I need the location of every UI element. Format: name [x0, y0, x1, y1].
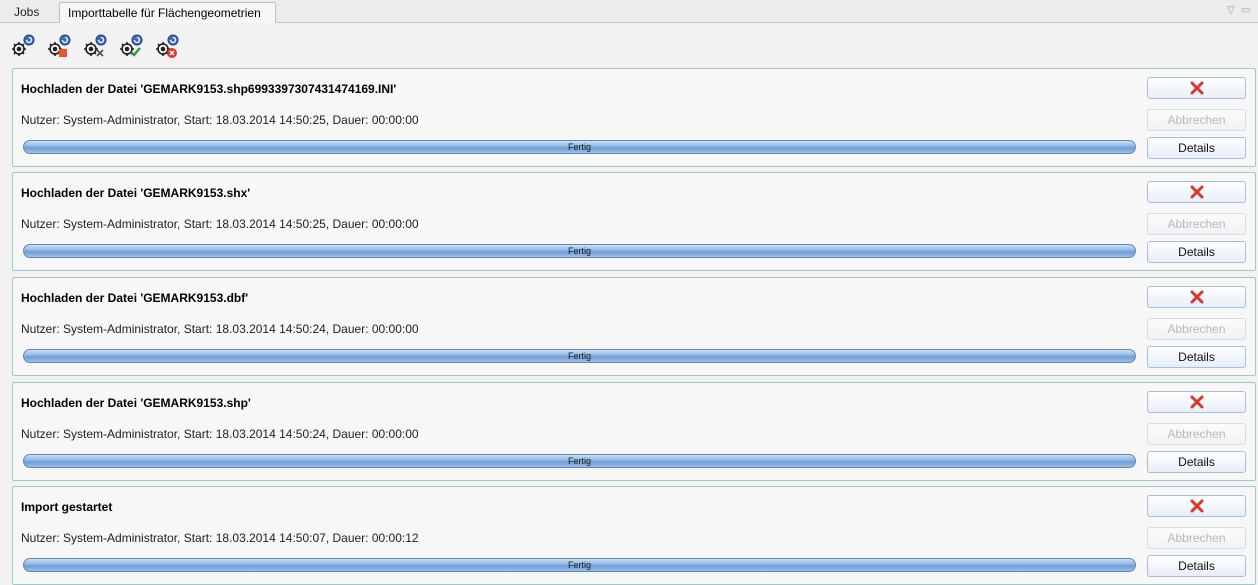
close-icon [1190, 185, 1203, 199]
remove-job-button[interactable] [1147, 181, 1246, 203]
tab-import-table[interactable]: Importtabelle für Flächengeometrien [59, 2, 276, 23]
cancel-button[interactable]: Abbrechen [1147, 527, 1246, 549]
job-panel: Import gestartet Nutzer: System-Administ… [12, 486, 1256, 585]
job-info: Nutzer: System-Administrator, Start: 18.… [21, 427, 419, 441]
remove-job-button[interactable] [1147, 495, 1246, 517]
details-button[interactable]: Details [1147, 555, 1246, 577]
cancel-button[interactable]: Abbrechen [1147, 423, 1246, 445]
job-progress-bar: Fertig [23, 349, 1136, 363]
details-button[interactable]: Details [1147, 137, 1246, 159]
remove-job-button[interactable] [1147, 77, 1246, 99]
job-info: Nutzer: System-Administrator, Start: 18.… [21, 217, 419, 231]
job-panel: Hochladen der Datei 'GEMARK9153.shp' Nut… [12, 382, 1256, 481]
job-panel: Hochladen der Datei 'GEMARK9153.shx' Nut… [12, 172, 1256, 271]
job-info: Nutzer: System-Administrator, Start: 18.… [21, 113, 419, 127]
job-panel: Hochladen der Datei 'GEMARK9153.shp69933… [12, 68, 1256, 167]
cancel-button[interactable]: Abbrechen [1147, 213, 1246, 235]
close-icon [1190, 290, 1203, 304]
jobs-delete-icon[interactable] [154, 33, 180, 59]
cancel-button[interactable]: Abbrechen [1147, 318, 1246, 340]
remove-job-button[interactable] [1147, 286, 1246, 308]
job-info: Nutzer: System-Administrator, Start: 18.… [21, 322, 419, 336]
job-progress-bar: Fertig [23, 558, 1136, 572]
job-progress-bar: Fertig [23, 140, 1136, 154]
jobs-error-icon[interactable] [46, 33, 72, 59]
maximize-icon[interactable]: ▭ [1241, 5, 1250, 16]
job-progress-bar: Fertig [23, 244, 1136, 258]
tab-jobs[interactable]: Jobs [6, 2, 54, 23]
job-title: Hochladen der Datei 'GEMARK9153.shp' [21, 396, 251, 410]
close-icon [1190, 395, 1203, 409]
job-progress-bar: Fertig [23, 454, 1136, 468]
job-title: Import gestartet [21, 500, 113, 514]
job-title: Hochladen der Datei 'GEMARK9153.shx' [21, 186, 251, 200]
tab-bar: Jobs Importtabelle für Flächengeometrien… [0, 0, 1258, 23]
jobs-cancelled-icon[interactable] [82, 33, 108, 59]
job-status-label: Fertig [567, 142, 591, 152]
job-title: Hochladen der Datei 'GEMARK9153.dbf' [21, 291, 249, 305]
job-status-label: Fertig [567, 246, 591, 256]
job-status-label: Fertig [567, 456, 591, 466]
close-icon [1190, 499, 1203, 513]
minimize-icon[interactable]: ▽ [1227, 5, 1235, 16]
details-button[interactable]: Details [1147, 241, 1246, 263]
job-title: Hochladen der Datei 'GEMARK9153.shp69933… [21, 82, 397, 96]
remove-job-button[interactable] [1147, 391, 1246, 413]
job-panel: Hochladen der Datei 'GEMARK9153.dbf' Nut… [12, 277, 1256, 376]
close-icon [1190, 81, 1203, 95]
job-status-label: Fertig [567, 560, 591, 570]
jobs-ok-icon[interactable] [118, 33, 144, 59]
cancel-button[interactable]: Abbrechen [1147, 109, 1246, 131]
job-info: Nutzer: System-Administrator, Start: 18.… [21, 531, 419, 545]
job-status-label: Fertig [567, 351, 591, 361]
jobs-refresh-icon[interactable] [10, 33, 36, 59]
details-button[interactable]: Details [1147, 346, 1246, 368]
details-button[interactable]: Details [1147, 451, 1246, 473]
